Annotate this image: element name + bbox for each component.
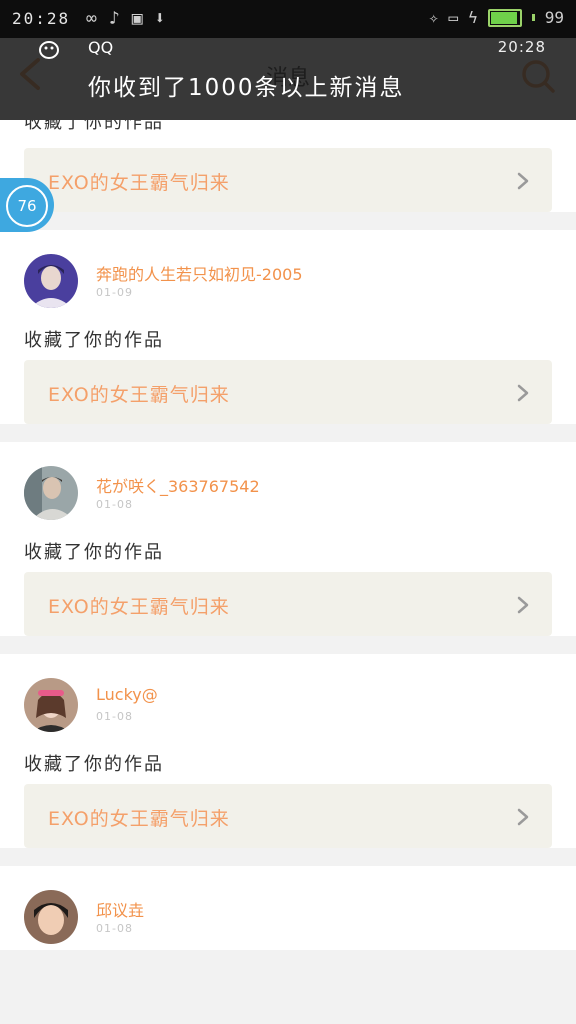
- username[interactable]: Lucky@: [96, 685, 158, 704]
- work-link[interactable]: EXO的女王霸气归来: [24, 572, 552, 636]
- feed-card: Lucky@ 01-08 收藏了你的作品 EXO的女王霸气归来: [0, 654, 576, 848]
- feed-card: 邱议垚 01-08: [0, 866, 576, 950]
- gamepad-icon: ✧: [428, 8, 439, 27]
- download-icon: ⬇: [154, 8, 166, 29]
- avatar-image: [24, 678, 78, 732]
- feed-action-text: 收藏了你的作品: [24, 754, 164, 775]
- battery-percent: 99: [544, 8, 564, 27]
- feed-card: 奔跑的人生若只如初见-2005 01-09 收藏了你的作品 EXO的女王霸气归来: [0, 230, 576, 424]
- chevron-right-icon: [517, 808, 529, 826]
- feed-card-header: 邱议垚 01-08: [0, 866, 576, 950]
- feed-card-header: 奔跑的人生若只如初见-2005 01-09: [0, 230, 576, 314]
- chevron-right-icon: [517, 172, 529, 190]
- work-title: EXO的女王霸气归来: [48, 172, 230, 194]
- floating-assistant-button[interactable]: 76: [0, 178, 54, 232]
- status-time: 20:28: [12, 9, 71, 28]
- battery-cap: [531, 14, 535, 21]
- chevron-right-icon: [517, 384, 529, 402]
- feed-card: 花が咲く_363767542 01-08 收藏了你的作品 EXO的女王霸气归来: [0, 442, 576, 636]
- avatar-image: [24, 254, 78, 308]
- infinity-icon: ∞: [86, 8, 97, 29]
- battery-icon: [487, 8, 522, 27]
- post-date: 01-08: [96, 710, 133, 723]
- qq-logo-icon: [39, 41, 59, 59]
- avatar-image: [24, 890, 78, 944]
- feed-card-header: 花が咲く_363767542 01-08: [0, 442, 576, 526]
- tablet-icon: ▭: [448, 8, 459, 27]
- user-avatar[interactable]: [24, 678, 78, 732]
- username[interactable]: 邱议垚: [96, 897, 144, 921]
- notification-time: 20:28: [497, 38, 546, 56]
- charging-icon: ϟ: [468, 8, 478, 27]
- battery-level: [490, 11, 517, 24]
- status-right: ✧ ▭ ϟ 99: [429, 8, 564, 27]
- feed-card-header: Lucky@ 01-08: [0, 654, 576, 738]
- message-feed: 收藏了你的作品 EXO的女王霸气归来 奔跑的人生若只如初见-2005 01-09…: [0, 112, 576, 966]
- status-icons: ∞ ♪ ▣ ⬇: [86, 8, 165, 29]
- notification-message: 你收到了1000条以上新消息: [88, 75, 405, 101]
- status-bar: 20:28 ∞ ♪ ▣ ⬇ ✧ ▭ ϟ 99: [0, 0, 576, 38]
- chevron-right-icon: [517, 596, 529, 614]
- user-avatar[interactable]: [24, 466, 78, 520]
- post-date: 01-08: [96, 498, 133, 511]
- work-link[interactable]: EXO的女王霸气归来: [24, 784, 552, 848]
- user-avatar[interactable]: [24, 890, 78, 944]
- feed-card: 收藏了你的作品 EXO的女王霸气归来: [0, 112, 576, 212]
- avatar-image: [24, 466, 78, 520]
- post-date: 01-08: [96, 922, 133, 935]
- floating-badge-count: 76: [6, 185, 48, 227]
- username[interactable]: 花が咲く_363767542: [96, 473, 260, 497]
- feed-action-text: 收藏了你的作品: [24, 330, 164, 351]
- username[interactable]: 奔跑的人生若只如初见-2005: [96, 261, 303, 285]
- work-title: EXO的女王霸气归来: [48, 384, 230, 406]
- work-link[interactable]: EXO的女王霸气归来: [24, 360, 552, 424]
- music-note-icon: ♪: [108, 8, 120, 29]
- image-icon: ▣: [131, 8, 143, 29]
- user-avatar[interactable]: [24, 254, 78, 308]
- work-title: EXO的女王霸气归来: [48, 808, 230, 830]
- feed-action-text: 收藏了你的作品: [24, 542, 164, 563]
- notification-app-name: QQ: [88, 38, 114, 57]
- post-date: 01-09: [96, 286, 133, 299]
- notification-banner[interactable]: QQ 20:28 你收到了1000条以上新消息: [0, 38, 576, 120]
- work-title: EXO的女王霸气归来: [48, 596, 230, 618]
- work-link[interactable]: EXO的女王霸气归来: [24, 148, 552, 212]
